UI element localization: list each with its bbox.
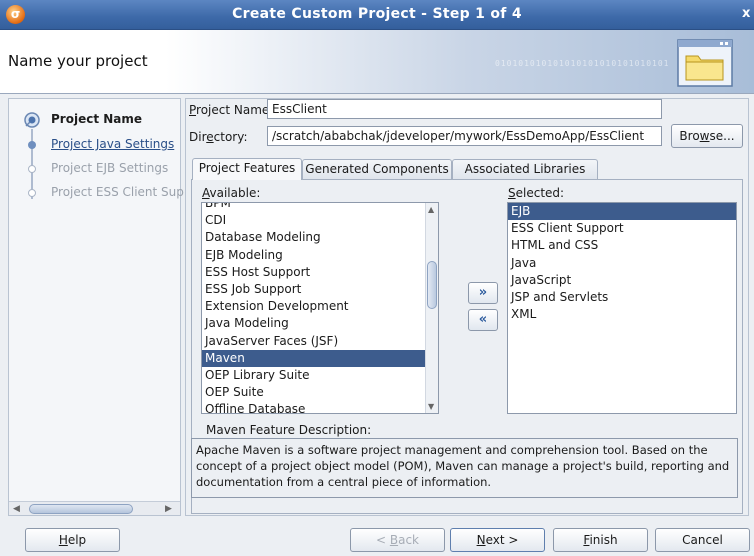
tab-generated-components[interactable]: Generated Components	[302, 159, 452, 180]
step-ejb-settings: Project EJB Settings	[9, 158, 180, 180]
directory-input[interactable]: /scratch/ababchak/jdeveloper/mywork/EssD…	[267, 126, 662, 146]
feature-description: Apache Maven is a software project manag…	[191, 438, 738, 498]
step-ess-client-support: Project ESS Client Sup	[9, 182, 184, 204]
list-item[interactable]: BPM	[202, 203, 438, 212]
list-item[interactable]: JavaScript	[508, 272, 736, 289]
browse-button[interactable]: Browse...	[671, 124, 743, 148]
list-item[interactable]: Extension Development	[202, 298, 438, 315]
list-item[interactable]: OEP Suite	[202, 384, 438, 401]
help-button[interactable]: Help	[25, 528, 120, 552]
folder-window-icon	[677, 39, 733, 87]
step-project-name[interactable]: Project Name	[9, 109, 180, 131]
selected-list[interactable]: EJB ESS Client Support HTML and CSS Java…	[507, 202, 737, 414]
list-item[interactable]: Java Modeling	[202, 315, 438, 332]
window-title: Create Custom Project - Step 1 of 4	[232, 6, 522, 22]
list-item[interactable]: XML	[508, 306, 736, 323]
scroll-right-icon[interactable]: ▶	[165, 502, 172, 516]
list-item[interactable]: OEP Library Suite	[202, 367, 438, 384]
list-item[interactable]: EJB Modeling	[202, 247, 438, 264]
step-dot-icon	[28, 141, 36, 149]
directory-label: Directory:	[189, 130, 248, 144]
dialog-window: σ Create Custom Project - Step 1 of 4 x …	[0, 0, 754, 556]
header-binary-decoration: 010101010101010101010101010101	[495, 59, 670, 68]
list-item[interactable]: ESS Job Support	[202, 281, 438, 298]
step-label: Project Name	[51, 112, 143, 126]
project-name-label: Project Name:	[189, 103, 274, 117]
step-label: Project Java Settings	[51, 137, 175, 151]
project-name-input[interactable]: EssClient	[267, 99, 662, 119]
remove-feature-button[interactable]: «	[468, 309, 498, 331]
list-item-selected[interactable]: EJB	[508, 203, 736, 221]
list-item-selected[interactable]: Maven	[202, 349, 438, 367]
selected-label: Selected:	[508, 186, 565, 200]
list-item[interactable]: Database Modeling	[202, 229, 438, 246]
wizard-header: Name your project 0101010101010101010101…	[0, 30, 754, 94]
current-step-icon	[24, 112, 40, 128]
step-dot-icon	[28, 165, 36, 173]
scrollbar-thumb[interactable]	[427, 261, 437, 309]
add-feature-button[interactable]: »	[468, 282, 498, 304]
step-dot-icon	[28, 189, 36, 197]
step-label: Project EJB Settings	[51, 161, 169, 175]
back-button[interactable]: < Back	[350, 528, 445, 552]
wizard-content: Project Name: EssClient Directory: /scra…	[185, 98, 749, 516]
list-item[interactable]: ESS Host Support	[202, 264, 438, 281]
scroll-up-icon[interactable]: ▲	[428, 205, 434, 214]
wizard-steps-panel: Project Name Project Java Settings Proje…	[8, 98, 184, 516]
next-button[interactable]: Next >	[450, 528, 545, 552]
available-label: Available:	[202, 186, 261, 200]
title-bar[interactable]: σ Create Custom Project - Step 1 of 4 x	[0, 0, 754, 30]
list-item[interactable]: Offline Database	[202, 401, 438, 413]
page-title: Name your project	[8, 52, 148, 70]
scroll-down-icon[interactable]: ▼	[428, 402, 434, 411]
list-item[interactable]: CDI	[202, 212, 438, 229]
list-item[interactable]: ESS Client Support	[508, 220, 736, 237]
list-item[interactable]: JavaServer Faces (JSF)	[202, 333, 438, 350]
step-java-settings[interactable]: Project Java Settings	[9, 134, 180, 156]
list-item[interactable]: HTML and CSS	[508, 237, 736, 254]
available-list[interactable]: BPM CDI Database Modeling EJB Modeling E…	[201, 202, 439, 414]
scroll-left-icon[interactable]: ◀	[13, 502, 20, 516]
step-label: Project ESS Client Sup	[51, 185, 184, 199]
list-item[interactable]: Java	[508, 255, 736, 272]
list-item[interactable]: JSP and Servlets	[508, 289, 736, 306]
tab-project-features[interactable]: Project Features	[192, 158, 302, 180]
finish-button[interactable]: Finish	[553, 528, 648, 552]
close-icon[interactable]: x	[742, 6, 754, 21]
available-scrollbar[interactable]: ▲ ▼	[425, 203, 438, 413]
cancel-button[interactable]: Cancel	[655, 528, 750, 552]
tab-associated-libraries[interactable]: Associated Libraries	[452, 159, 598, 180]
scrollbar-thumb[interactable]	[29, 504, 133, 514]
steps-horizontal-scrollbar[interactable]: ◀ ▶	[9, 501, 180, 515]
description-label: Maven Feature Description:	[206, 423, 372, 437]
